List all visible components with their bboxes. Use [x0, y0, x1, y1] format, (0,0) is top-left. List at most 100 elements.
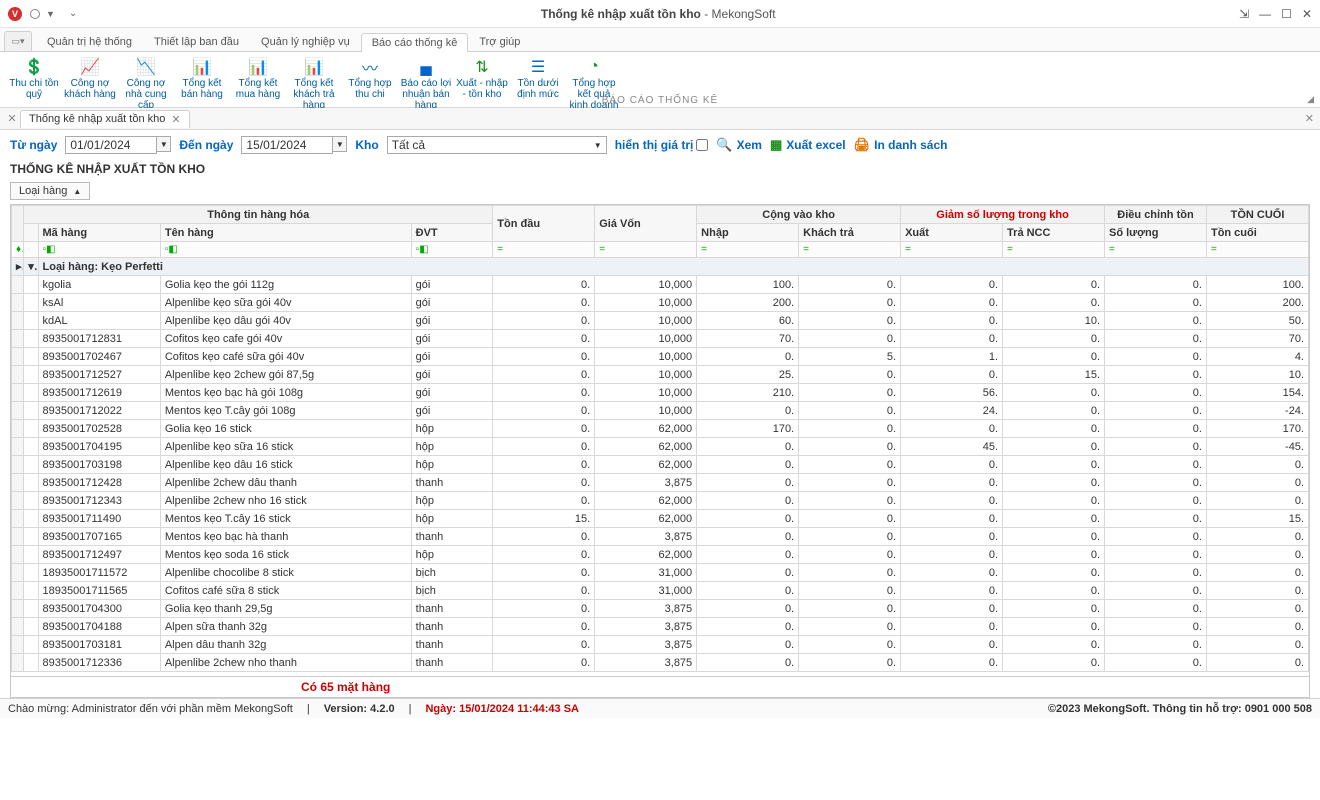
warehouse-combo[interactable]: Tất cả▼ [387, 136, 607, 154]
menu-tab-4[interactable]: Trợ giúp [468, 32, 531, 51]
filter-selector[interactable]: ♦ [12, 242, 24, 258]
table-row[interactable]: 8935001712527Alpenlibe kẹo 2chew gói 87,… [12, 366, 1309, 384]
cell-out: 0. [901, 420, 1003, 438]
selector-header[interactable] [12, 206, 24, 242]
close-icon[interactable]: ✕ [1302, 7, 1312, 21]
to-date-input[interactable]: 15/01/2024 [241, 136, 333, 154]
maximize-icon[interactable]: ☐ [1281, 7, 1292, 21]
col-unit[interactable]: ĐVT [411, 224, 493, 242]
cell-begin: 0. [493, 474, 595, 492]
band-out[interactable]: Giảm số lượng trong kho [901, 206, 1105, 224]
menu-tab-0[interactable]: Quản trị hệ thống [36, 32, 143, 51]
table-row[interactable]: 8935001712428Alpenlibe 2chew dâu thanhth… [12, 474, 1309, 492]
menu-tab-2[interactable]: Quản lý nghiệp vụ [250, 32, 361, 51]
col-name[interactable]: Tên hàng [160, 224, 411, 242]
cell-end: 0. [1206, 528, 1308, 546]
cell-begin: 0. [493, 582, 595, 600]
document-tab[interactable]: Thống kê nhập xuất tồn kho ✕ [20, 110, 190, 128]
menu-tab-3[interactable]: Báo cáo thống kê [361, 33, 469, 52]
band-in[interactable]: Cộng vào kho [697, 206, 901, 224]
qat-dropdown-icon[interactable]: ▼ [46, 9, 55, 19]
table-row[interactable]: 8935001704300Golia kẹo thanh 29,5gthanh0… [12, 600, 1309, 618]
col-expand[interactable] [24, 224, 38, 242]
table-row[interactable]: 8935001712336Alpenlibe 2chew nho thanhth… [12, 654, 1309, 672]
table-row[interactable]: 8935001703181Alpen dâu thanh 32gthanh0.3… [12, 636, 1309, 654]
minimize-icon[interactable]: — [1259, 7, 1271, 21]
show-value-checkbox[interactable]: hiển thị giá trị [615, 138, 709, 152]
cell-ret-s: 0. [1003, 330, 1105, 348]
filter-code[interactable]: ▫◧ [38, 242, 160, 258]
ribbon-icon: 〰 [359, 58, 381, 76]
to-date-dropdown-icon[interactable]: ▼ [333, 136, 347, 152]
table-row[interactable]: 8935001704195Alpenlibe kẹo sữa 16 stickh… [12, 438, 1309, 456]
table-row[interactable]: kdALAlpenlibe kẹo dâu gói 40vgói0.10,000… [12, 312, 1309, 330]
ribbon-expand-icon[interactable]: ◢ [1307, 94, 1314, 105]
cell-code: 8935001712336 [38, 654, 160, 672]
cell-in: 0. [697, 348, 799, 366]
col-out[interactable]: Xuất [901, 224, 1003, 242]
cell-cost: 3,875 [595, 654, 697, 672]
table-row[interactable]: 8935001702467Cofitos kẹo café sữa gói 40… [12, 348, 1309, 366]
close-all-tabs-icon[interactable]: ✕ [4, 112, 20, 125]
col-end[interactable]: Tồn cuối [1206, 224, 1308, 242]
table-row[interactable]: 8935001712022Mentos kẹo T.cây gói 108ggó… [12, 402, 1309, 420]
cell-adj: 0. [1105, 564, 1207, 582]
col-code[interactable]: Mã hàng [38, 224, 160, 242]
table-row[interactable]: 18935001711565Cofitos café sữa 8 stickbị… [12, 582, 1309, 600]
cell-end: 50. [1206, 312, 1308, 330]
ribbon-icon: 📉 [135, 58, 157, 76]
table-row[interactable]: 18935001711572Alpenlibe chocolibe 8 stic… [12, 564, 1309, 582]
table-row[interactable]: 8935001712831Cofitos kẹo cafe gói 40vgói… [12, 330, 1309, 348]
col-adj[interactable]: Số lượng [1105, 224, 1207, 242]
col-begin[interactable]: Tồn đầu [493, 206, 595, 242]
print-button[interactable]: 🖨In danh sách [854, 137, 948, 153]
qat-customize-icon[interactable]: ⌄ [69, 8, 77, 19]
collapse-icon[interactable]: ⇲ [1239, 7, 1249, 21]
cell-begin: 0. [493, 348, 595, 366]
group-header[interactable]: Loại hàng: Kẹo Perfetti [38, 258, 1309, 276]
close-panel-icon[interactable]: ✕ [1305, 112, 1314, 125]
table-row[interactable]: 8935001704188Alpen sữa thanh 32gthanh0.3… [12, 618, 1309, 636]
table-row[interactable]: 8935001712619Mentos kẹo bạc hà gói 108gg… [12, 384, 1309, 402]
filter-unit[interactable]: ▫◧ [411, 242, 493, 258]
band-end[interactable]: TỒN CUỐI [1206, 206, 1308, 224]
cell-unit: thanh [411, 474, 493, 492]
view-button[interactable]: 🔍Xem [716, 137, 762, 153]
cell-cost: 10,000 [595, 348, 697, 366]
group-collapse-icon[interactable]: ▾ [24, 258, 38, 276]
col-in[interactable]: Nhập [697, 224, 799, 242]
cell-cost: 62,000 [595, 510, 697, 528]
table-row[interactable]: 8935001703198Alpenlibe kẹo dâu 16 stickh… [12, 456, 1309, 474]
col-ret-supp[interactable]: Trả NCC [1003, 224, 1105, 242]
export-excel-button[interactable]: ▦Xuất excel [770, 137, 846, 153]
cell-out: 0. [901, 510, 1003, 528]
cell-ret-s: 0. [1003, 600, 1105, 618]
qat-undo-icon[interactable] [30, 9, 40, 19]
table-row[interactable]: 8935001712497Mentos kẹo soda 16 stickhộp… [12, 546, 1309, 564]
file-menu-button[interactable]: ▭▾ [4, 31, 32, 51]
close-tab-icon[interactable]: ✕ [171, 113, 180, 126]
band-adj[interactable]: Điều chỉnh tồn [1105, 206, 1207, 224]
cell-begin: 0. [493, 294, 595, 312]
cell-cost: 3,875 [595, 474, 697, 492]
cell-ret-s: 0. [1003, 636, 1105, 654]
filter-name[interactable]: ▫◧ [160, 242, 411, 258]
band-info[interactable]: Thông tin hàng hóa [24, 206, 493, 224]
table-row[interactable]: 8935001707165Mentos kẹo bạc hà thanhthan… [12, 528, 1309, 546]
col-ret-cust[interactable]: Khách trả [799, 224, 901, 242]
cell-code: kdAL [38, 312, 160, 330]
table-row[interactable]: 8935001712343Alpenlibe 2chew nho 16 stic… [12, 492, 1309, 510]
cell-cost: 10,000 [595, 384, 697, 402]
group-by-combo[interactable]: Loại hàng▲ [10, 182, 90, 200]
from-date-dropdown-icon[interactable]: ▼ [157, 136, 171, 152]
col-cost[interactable]: Giá Vốn [595, 206, 697, 242]
cell-unit: thanh [411, 618, 493, 636]
from-date-input[interactable]: 01/01/2024 [65, 136, 157, 154]
cell-ret-s: 0. [1003, 528, 1105, 546]
table-row[interactable]: ksAlAlpenlibe kẹo sữa gói 40vgói0.10,000… [12, 294, 1309, 312]
cell-code: 8935001703181 [38, 636, 160, 654]
table-row[interactable]: kgoliaGolia kẹo the gói 112ggói0.10,0001… [12, 276, 1309, 294]
table-row[interactable]: 8935001711490Mentos kẹo T.cây 16 stickhộ… [12, 510, 1309, 528]
table-row[interactable]: 8935001702528Golia kẹo 16 stickhộp0.62,0… [12, 420, 1309, 438]
menu-tab-1[interactable]: Thiết lập ban đầu [143, 32, 250, 51]
